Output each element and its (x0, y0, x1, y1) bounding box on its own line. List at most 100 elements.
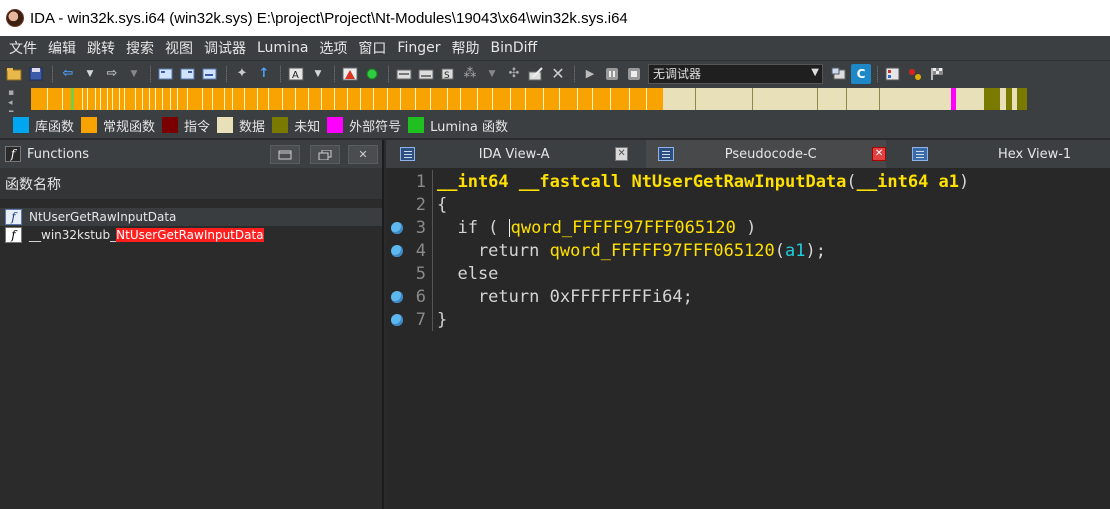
stop-icon[interactable] (624, 64, 644, 84)
function-name-prefix: __win32kstub_ (29, 228, 117, 242)
menu-jump[interactable]: 跳转 (82, 38, 121, 58)
line-number: 2 (415, 194, 426, 215)
forward-dropdown-icon[interactable]: ▼ (124, 64, 144, 84)
code-text: if ( (437, 217, 509, 238)
title-bar: IDA - win32k.sys.i64 (win32k.sys) E:\pro… (0, 0, 1110, 36)
data-icon[interactable] (416, 64, 436, 84)
menu-windows[interactable]: 窗口 (353, 38, 392, 58)
function-list: f NtUserGetRawInputData f __win32kstub_ N… (0, 200, 382, 244)
breakpoint-dot[interactable] (386, 244, 408, 257)
breakpoint-dot[interactable] (386, 313, 408, 326)
legend-label: 常规函数 (103, 119, 156, 135)
function-row[interactable]: f NtUserGetRawInputData (0, 208, 382, 226)
undefine-icon[interactable]: ✕ (548, 64, 568, 84)
trace-flag-icon[interactable] (927, 64, 947, 84)
function-signature: __int64 __fastcall NtUserGetRawInputData (437, 171, 847, 192)
back-dropdown-icon[interactable]: ▼ (80, 64, 100, 84)
menu-bindiff[interactable]: BinDiff (485, 40, 543, 56)
menu-debugger[interactable]: 调试器 (199, 38, 252, 58)
text-view-icon[interactable]: A (286, 64, 306, 84)
legend-label: 数据 (239, 119, 266, 135)
line-number: 3 (415, 217, 426, 238)
line-number: 5 (415, 263, 426, 284)
names-window-icon[interactable] (156, 64, 176, 84)
toolbar-separator (388, 64, 390, 83)
menu-bar: 文件 编辑 跳转 搜索 视图 调试器 Lumina 选项 窗口 Finger 帮… (0, 36, 1110, 60)
unexplored-swatch (272, 117, 289, 133)
close-tab-icon[interactable]: ✕ (615, 147, 628, 161)
tab-pseudocode-c[interactable]: Pseudocode-C ✕ (646, 140, 886, 168)
strings-window-icon[interactable] (178, 64, 198, 84)
text-cursor (508, 218, 510, 237)
string-literal-icon[interactable]: S (438, 64, 458, 84)
ida-app-icon (6, 9, 24, 27)
menu-lumina[interactable]: Lumina (252, 40, 314, 56)
float-panel-button[interactable] (310, 145, 340, 164)
breakpoint-dot[interactable] (386, 290, 408, 303)
c-language-icon[interactable]: C (851, 63, 871, 84)
menu-edit[interactable]: 编辑 (43, 38, 82, 58)
tab-ida-view-a[interactable]: IDA View-A ✕ (400, 140, 628, 168)
unexplored-icon[interactable]: ✣ (504, 64, 524, 84)
function-row[interactable]: f __win32kstub_ NtUserGetRawInputData (0, 226, 382, 244)
attach-icon[interactable] (829, 64, 849, 84)
array-dropdown-icon[interactable]: ▼ (482, 64, 502, 84)
restore-panel-button[interactable] (270, 145, 300, 164)
green-dot-icon[interactable] (362, 64, 382, 84)
save-icon[interactable] (26, 64, 46, 84)
structures-icon[interactable] (200, 64, 220, 84)
menu-file[interactable]: 文件 (4, 38, 43, 58)
rename-icon[interactable] (526, 64, 546, 84)
line-number: 7 (415, 309, 426, 330)
legend-item: Lumina 函数 (408, 116, 508, 135)
menu-help[interactable]: 帮助 (446, 38, 485, 58)
breakpoint-list-icon[interactable] (883, 64, 903, 84)
start-debugger-icon[interactable]: ▶ (580, 64, 600, 84)
toolbar-separator (150, 64, 152, 83)
toolbar-separator (574, 64, 576, 83)
navigation-band: ▪◂▪ (0, 86, 1110, 118)
navband-scroll-left-icon[interactable]: ▪◂▪ (8, 88, 28, 118)
open-folder-icon[interactable] (4, 64, 24, 84)
code-text: ); (805, 240, 826, 261)
pause-icon[interactable] (602, 64, 622, 84)
function-name-column-header[interactable]: 函数名称 (0, 168, 382, 200)
menu-options[interactable]: 选项 (314, 38, 353, 58)
tab-hex-view-1[interactable]: Hex View-1 (912, 140, 1110, 168)
svg-text:A: A (292, 70, 299, 81)
text-dropdown-icon[interactable]: ▼ (308, 64, 328, 84)
close-paren: ) (959, 171, 970, 192)
back-arrow-icon[interactable]: ⇦ (58, 64, 78, 84)
function-icon: f (5, 227, 22, 243)
global-variable[interactable]: qword_FFFFF97FFF065120 (550, 241, 775, 261)
jump-to-address-icon[interactable]: ↑ (254, 64, 274, 84)
close-panel-button[interactable]: ✕ (348, 145, 378, 164)
navigation-bar[interactable] (31, 88, 1027, 110)
warning-icon[interactable] (340, 64, 360, 84)
function-icon: f (5, 209, 22, 225)
svg-text:S: S (444, 71, 450, 81)
menu-view[interactable]: 视图 (160, 38, 199, 58)
array-icon[interactable]: ⁂ (460, 64, 480, 84)
close-tab-icon[interactable]: ✕ (872, 147, 886, 161)
legend-label: 指令 (184, 119, 211, 135)
code-text: ) (735, 217, 757, 238)
pseudocode-panel: IDA View-A ✕ Pseudocode-C ✕ Hex View-1 1… (386, 140, 1110, 509)
breakpoint-add-icon[interactable] (905, 64, 925, 84)
debugger-select[interactable]: 无调试器 ▼ (648, 63, 823, 84)
code-text: ( (774, 240, 786, 261)
pseudocode-text[interactable]: 1 __int64 __fastcall NtUserGetRawInputDa… (386, 170, 1110, 331)
forward-arrow-icon[interactable]: ⇨ (102, 64, 122, 84)
argument[interactable]: a1 (785, 241, 805, 261)
global-variable[interactable]: qword_FFFFF97FFF065120 (511, 218, 736, 238)
menu-finger[interactable]: Finger (392, 40, 446, 56)
open-paren: ( (846, 171, 857, 192)
menu-search[interactable]: 搜索 (121, 38, 160, 58)
code-line: 7 } (386, 308, 1110, 331)
cross-references-icon[interactable]: ✦ (232, 64, 252, 84)
code-icon[interactable] (394, 64, 414, 84)
numeric-literal: 0xFFFFFFFFi64 (549, 286, 683, 307)
breakpoint-dot[interactable] (386, 221, 408, 234)
legend-item: 外部符号 (327, 116, 401, 135)
legend-label: Lumina 函数 (430, 119, 508, 135)
